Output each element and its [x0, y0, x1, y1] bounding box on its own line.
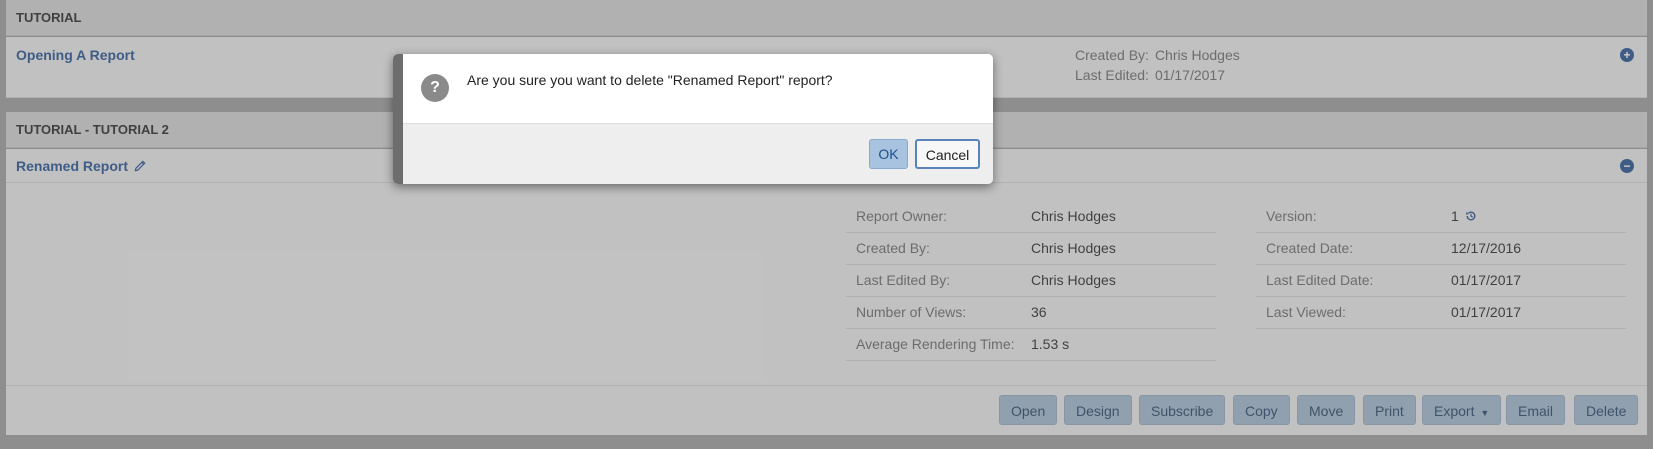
move-button[interactable]: Move [1297, 395, 1356, 425]
detail-row: Last Edited By: Chris Hodges [846, 265, 1216, 297]
report-link-renamed[interactable]: Renamed Report [16, 158, 147, 174]
email-button[interactable]: Email [1506, 395, 1566, 425]
dialog-message: Are you sure you want to delete "Renamed… [467, 72, 833, 88]
details-left-column: Report Owner: Chris Hodges Created By: C… [846, 201, 1216, 361]
question-icon: ? [421, 74, 449, 102]
plus-circle-icon[interactable]: + [1620, 48, 1634, 62]
minus-circle-icon[interactable]: − [1620, 159, 1634, 173]
detail-row: Last Edited Date: 01/17/2017 [1256, 265, 1626, 297]
cancel-button[interactable]: Cancel [915, 139, 980, 169]
report-actions-toolbar: Open Design Subscribe Copy Move Print Ex… [6, 385, 1647, 435]
report-details: Report Owner: Chris Hodges Created By: C… [6, 183, 1647, 385]
detail-row: Created Date: 12/17/2016 [1256, 233, 1626, 265]
caret-down-icon: ▼ [1480, 408, 1490, 418]
report-link-opening[interactable]: Opening A Report [16, 47, 135, 63]
pencil-icon[interactable] [134, 159, 147, 172]
section-title: TUTORIAL [16, 10, 82, 25]
confirm-delete-dialog: ? Are you sure you want to delete "Renam… [393, 54, 993, 184]
ok-button[interactable]: OK [869, 139, 908, 169]
dialog-body: ? Are you sure you want to delete "Renam… [403, 54, 993, 123]
last-edited-line: Last Edited: 01/17/2017 [1075, 67, 1226, 83]
details-right-column: Version: 1 Created Date: 12/17/2016 Last… [1256, 201, 1626, 329]
detail-row: Report Owner: Chris Hodges [846, 201, 1216, 233]
detail-row: Created By: Chris Hodges [846, 233, 1216, 265]
open-button[interactable]: Open [999, 395, 1058, 425]
export-button[interactable]: Export ▼ [1422, 395, 1502, 425]
print-button[interactable]: Print [1363, 395, 1416, 425]
delete-button[interactable]: Delete [1574, 395, 1639, 425]
detail-row: Number of Views: 36 [846, 297, 1216, 329]
history-icon[interactable] [1465, 210, 1477, 222]
created-by-line: Created By: Chris Hodges [1075, 47, 1240, 63]
section-header-tutorial: TUTORIAL [6, 0, 1647, 36]
section-title: TUTORIAL - TUTORIAL 2 [16, 122, 169, 137]
subscribe-button[interactable]: Subscribe [1139, 395, 1226, 425]
design-button[interactable]: Design [1064, 395, 1132, 425]
dialog-accent-stripe [393, 54, 403, 184]
detail-row: Last Viewed: 01/17/2017 [1256, 297, 1626, 329]
dialog-footer: OK Cancel [403, 123, 993, 184]
copy-button[interactable]: Copy [1233, 395, 1290, 425]
detail-row: Version: 1 [1256, 201, 1626, 233]
detail-row: Average Rendering Time: 1.53 s [846, 329, 1216, 361]
